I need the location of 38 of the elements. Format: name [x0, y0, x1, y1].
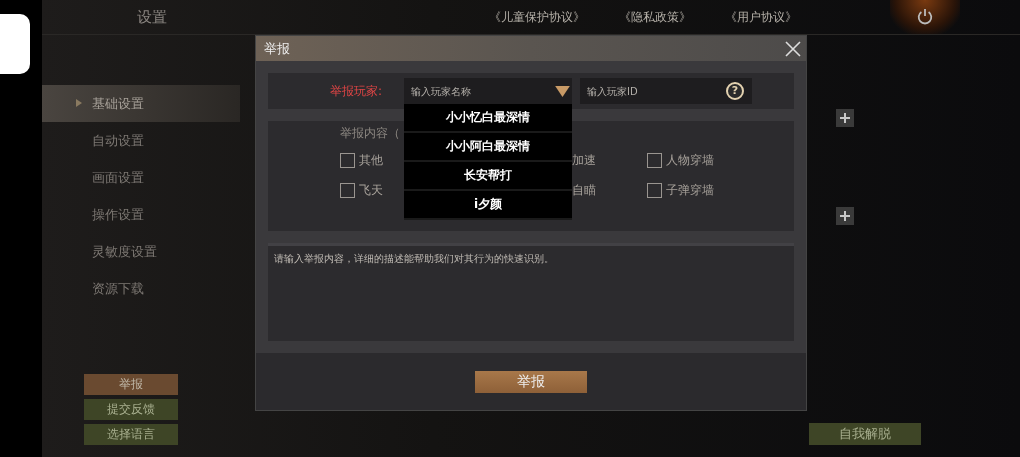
description-field[interactable]: 请输入举报内容，详细的描述能帮助我们对其行为的快速识别。 — [268, 243, 794, 341]
option-label: 子弹穿墙 — [666, 181, 714, 199]
sidebar-item[interactable]: 基础设置 — [42, 85, 240, 122]
player-label: 举报玩家: — [330, 82, 384, 100]
app-badge-icon[interactable] — [0, 14, 30, 74]
agreement-link[interactable]: 《隐私政策》 — [619, 8, 691, 26]
player-id-field[interactable]: 输入玩家ID ? — [580, 78, 752, 104]
selected-marker-icon — [76, 99, 82, 107]
report-button[interactable]: 举报 — [84, 374, 178, 395]
checkbox[interactable] — [647, 182, 662, 198]
option-label: 加速 — [572, 151, 596, 169]
menu-button[interactable]: 提交反馈 — [84, 399, 178, 420]
checkbox[interactable] — [647, 152, 662, 168]
sidebar-item[interactable]: 自动设置 — [42, 122, 240, 159]
page-title: 设置 — [137, 7, 167, 27]
unstuck-button[interactable]: 自我解脱 — [809, 423, 921, 445]
checkbox[interactable] — [340, 152, 355, 168]
sidebar-item[interactable]: 资源下载 — [42, 270, 240, 307]
option-label: 其他 — [359, 151, 383, 169]
power-icon[interactable] — [916, 8, 934, 26]
sidebar-item[interactable]: 操作设置 — [42, 196, 240, 233]
checkbox[interactable] — [340, 182, 355, 198]
help-button[interactable]: ? — [726, 82, 744, 100]
sidebar-item[interactable]: 画面设置 — [42, 159, 240, 196]
option-label: 人物穿墙 — [666, 151, 714, 169]
option-label: 自瞄 — [572, 181, 596, 199]
content-label: 举报内容（ — [340, 125, 401, 142]
option-label: 飞天 — [359, 181, 383, 199]
sidebar-item[interactable]: 灵敏度设置 — [42, 233, 240, 270]
close-icon[interactable] — [785, 40, 801, 57]
dialog-title: 举报 — [264, 39, 290, 58]
plus-icon[interactable] — [836, 109, 854, 127]
plus-icon[interactable] — [836, 207, 854, 225]
menu-button[interactable]: 选择语言 — [84, 424, 178, 445]
agreement-link[interactable]: 《用户协议》 — [725, 8, 797, 26]
submit-button[interactable]: 举报 — [475, 371, 587, 393]
caret-icon — [555, 85, 570, 97]
agreement-link[interactable]: 《儿童保护协议》 — [489, 8, 585, 26]
